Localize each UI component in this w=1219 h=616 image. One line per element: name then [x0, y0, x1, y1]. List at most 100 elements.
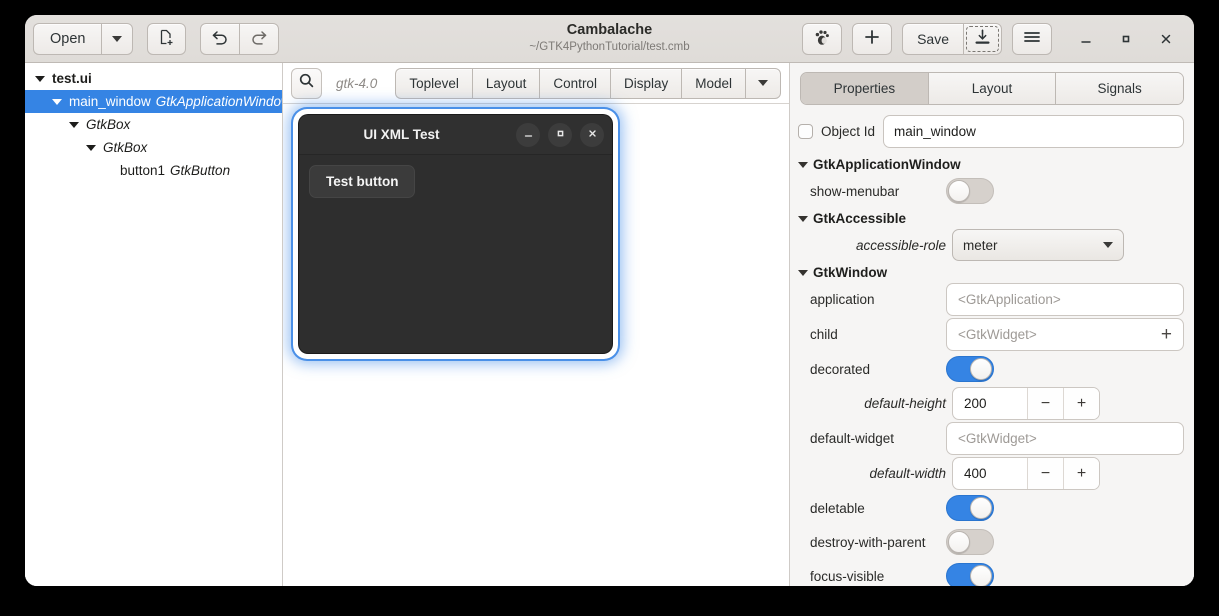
expander-icon[interactable] — [798, 162, 808, 168]
category-model-button[interactable]: Model — [681, 68, 745, 99]
preview-header-bar: UI XML Test — [299, 115, 612, 155]
tree-item-label: main_window — [69, 94, 151, 109]
toggle-knob — [948, 180, 970, 202]
show-menubar-toggle[interactable] — [946, 178, 994, 204]
expander-icon[interactable] — [35, 76, 45, 82]
tree-item-type: GtkButton — [170, 163, 230, 178]
expander-icon[interactable] — [798, 216, 808, 222]
properties-tab-bar: Properties Layout Signals — [800, 72, 1184, 105]
property-row-child: child <GtkWidget> + — [798, 317, 1184, 352]
open-dropdown-button[interactable] — [101, 23, 133, 55]
category-layout-button[interactable]: Layout — [472, 68, 540, 99]
tree-row[interactable]: GtkBox — [25, 136, 282, 159]
focus-visible-toggle[interactable] — [946, 563, 994, 586]
property-label: application — [798, 292, 946, 307]
child-input-value: <GtkWidget> — [958, 327, 1037, 342]
spinbutton-value[interactable]: 400 — [953, 458, 1027, 489]
group-title: GtkApplicationWindow — [813, 157, 961, 172]
group-title: GtkAccessible — [813, 211, 906, 226]
tree-row[interactable]: test.ui — [25, 67, 282, 90]
property-label: default-height — [798, 396, 952, 411]
group-header-gtkaccessible[interactable]: GtkAccessible — [798, 208, 1184, 228]
search-button[interactable] — [291, 68, 322, 99]
canvas-toolbar: gtk-4.0 Toplevel Layout Control Display … — [283, 63, 789, 104]
group-header-gtkapplicationwindow[interactable]: GtkApplicationWindow — [798, 154, 1184, 174]
preview-close-button[interactable] — [580, 123, 604, 147]
tree-row[interactable]: button1 GtkButton — [25, 159, 282, 182]
tree-item-label: test.ui — [52, 71, 92, 86]
property-row-show-menubar: show-menubar — [798, 174, 1184, 208]
category-toplevel-button[interactable]: Toplevel — [395, 68, 472, 99]
save-export-group: Save — [902, 23, 1002, 55]
accessible-role-combobox[interactable]: meter — [952, 229, 1124, 261]
tab-layout[interactable]: Layout — [929, 73, 1057, 104]
properties-panel: Properties Layout Signals Object Id main… — [790, 63, 1194, 586]
open-button[interactable]: Open — [33, 23, 101, 55]
hamburger-menu-icon — [1023, 29, 1041, 48]
application-input[interactable]: <GtkApplication> — [946, 283, 1184, 316]
tree-item-type: GtkBox — [86, 117, 130, 132]
plus-icon[interactable]: + — [1161, 325, 1172, 344]
group-header-gtkwindow[interactable]: GtkWindow — [798, 262, 1184, 282]
increment-button[interactable]: + — [1063, 388, 1099, 419]
preview-maximize-button[interactable] — [548, 123, 572, 147]
maximize-icon — [555, 128, 566, 142]
chevron-down-icon — [1103, 242, 1113, 248]
canvas-area[interactable]: UI XML Test — [283, 104, 789, 586]
property-label: default-widget — [798, 431, 946, 446]
preview-minimize-button[interactable] — [516, 123, 540, 147]
tree-row[interactable]: GtkBox — [25, 113, 282, 136]
destroy-with-parent-toggle[interactable] — [946, 529, 994, 555]
default-width-spinbutton[interactable]: 400 − + — [952, 457, 1100, 490]
default-height-spinbutton[interactable]: 200 − + — [952, 387, 1100, 420]
undo-button[interactable] — [200, 23, 239, 55]
main-menu-button[interactable] — [1012, 23, 1052, 55]
preview-test-button[interactable]: Test button — [309, 165, 415, 198]
decorated-toggle[interactable] — [946, 356, 994, 382]
deletable-toggle[interactable] — [946, 495, 994, 521]
chevron-down-icon — [758, 80, 768, 86]
window-minimize-button[interactable] — [1066, 23, 1106, 55]
property-label: show-menubar — [798, 184, 946, 199]
default-widget-input[interactable]: <GtkWidget> — [946, 422, 1184, 455]
object-id-checkbox[interactable] — [798, 124, 813, 139]
preview-window[interactable]: UI XML Test — [299, 115, 612, 353]
toggle-knob — [970, 497, 992, 519]
properties-list[interactable]: Object Id main_window GtkApplicationWind… — [790, 112, 1194, 586]
child-input[interactable]: <GtkWidget> + — [946, 318, 1184, 351]
tab-signals[interactable]: Signals — [1056, 73, 1183, 104]
spinbutton-value[interactable]: 200 — [953, 388, 1027, 419]
tree-item-label: button1 — [120, 163, 165, 178]
tab-properties[interactable]: Properties — [801, 73, 929, 104]
redo-button[interactable] — [239, 23, 279, 55]
header-right-controls: Save — [802, 23, 1186, 55]
window-maximize-button[interactable] — [1106, 23, 1146, 55]
save-button[interactable]: Save — [902, 23, 963, 55]
expander-icon[interactable] — [86, 145, 96, 151]
canvas-panel: gtk-4.0 Toplevel Layout Control Display … — [283, 63, 790, 586]
window-close-button[interactable] — [1146, 23, 1186, 55]
property-row-focus-visible: focus-visible — [798, 559, 1184, 586]
export-button[interactable] — [963, 23, 1002, 55]
tree-row[interactable]: main_window GtkApplicationWindow — [25, 90, 282, 113]
object-id-input[interactable]: main_window — [883, 115, 1184, 148]
increment-button[interactable]: + — [1063, 458, 1099, 489]
category-display-button[interactable]: Display — [610, 68, 681, 99]
preview-window-wrapper[interactable]: UI XML Test — [293, 109, 618, 359]
expander-icon[interactable] — [52, 99, 62, 105]
category-more-button[interactable] — [745, 68, 781, 99]
decrement-button[interactable]: − — [1027, 458, 1063, 489]
expander-icon[interactable] — [69, 122, 79, 128]
decrement-button[interactable]: − — [1027, 388, 1063, 419]
object-id-row: Object Id main_window — [798, 112, 1184, 154]
property-row-application: application <GtkApplication> — [798, 282, 1184, 317]
property-label: child — [798, 327, 946, 342]
tree-item-type: GtkApplicationWindow — [156, 94, 283, 109]
category-control-button[interactable]: Control — [539, 68, 610, 99]
group-title: GtkWindow — [813, 265, 887, 280]
expander-icon[interactable] — [798, 270, 808, 276]
new-file-button[interactable] — [147, 23, 186, 55]
open-split-button: Open — [33, 23, 133, 55]
add-object-button[interactable] — [852, 23, 892, 55]
gnome-button[interactable] — [802, 23, 842, 55]
